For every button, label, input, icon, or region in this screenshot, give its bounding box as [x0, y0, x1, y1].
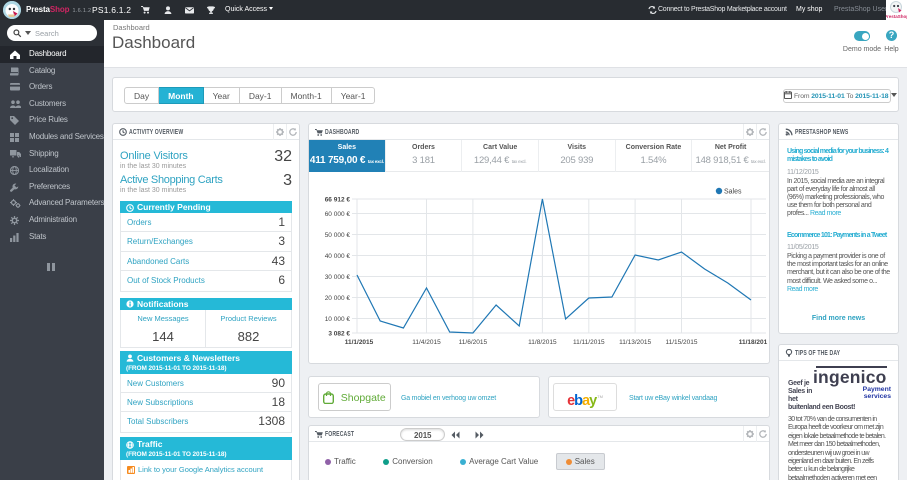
svg-text:11/8/2015: 11/8/2015	[528, 339, 557, 346]
svg-text:3 082 €: 3 082 €	[328, 331, 350, 338]
svg-text:11/6/2015: 11/6/2015	[459, 339, 488, 346]
svg-text:PrestaShop: PrestaShop	[886, 14, 907, 19]
svg-text:20 000 €: 20 000 €	[325, 295, 351, 302]
svg-text:Sales: Sales	[724, 189, 742, 196]
svg-text:50 000 €: 50 000 €	[325, 232, 351, 239]
svg-text:11/15/2015: 11/15/2015	[665, 339, 697, 346]
svg-text:11/4/2015: 11/4/2015	[412, 339, 441, 346]
svg-text:11/13/2015: 11/13/2015	[619, 339, 651, 346]
svg-text:40 000 €: 40 000 €	[325, 253, 351, 260]
svg-text:11/1/2015: 11/1/2015	[345, 339, 374, 346]
svg-text:11/18/201: 11/18/201	[739, 339, 768, 346]
svg-text:30 000 €: 30 000 €	[325, 274, 351, 281]
svg-text:60 000 €: 60 000 €	[325, 211, 351, 218]
svg-text:10 000 €: 10 000 €	[325, 316, 351, 323]
svg-text:11/11/2015: 11/11/2015	[573, 339, 605, 346]
svg-text:66 912 €: 66 912 €	[325, 197, 351, 204]
